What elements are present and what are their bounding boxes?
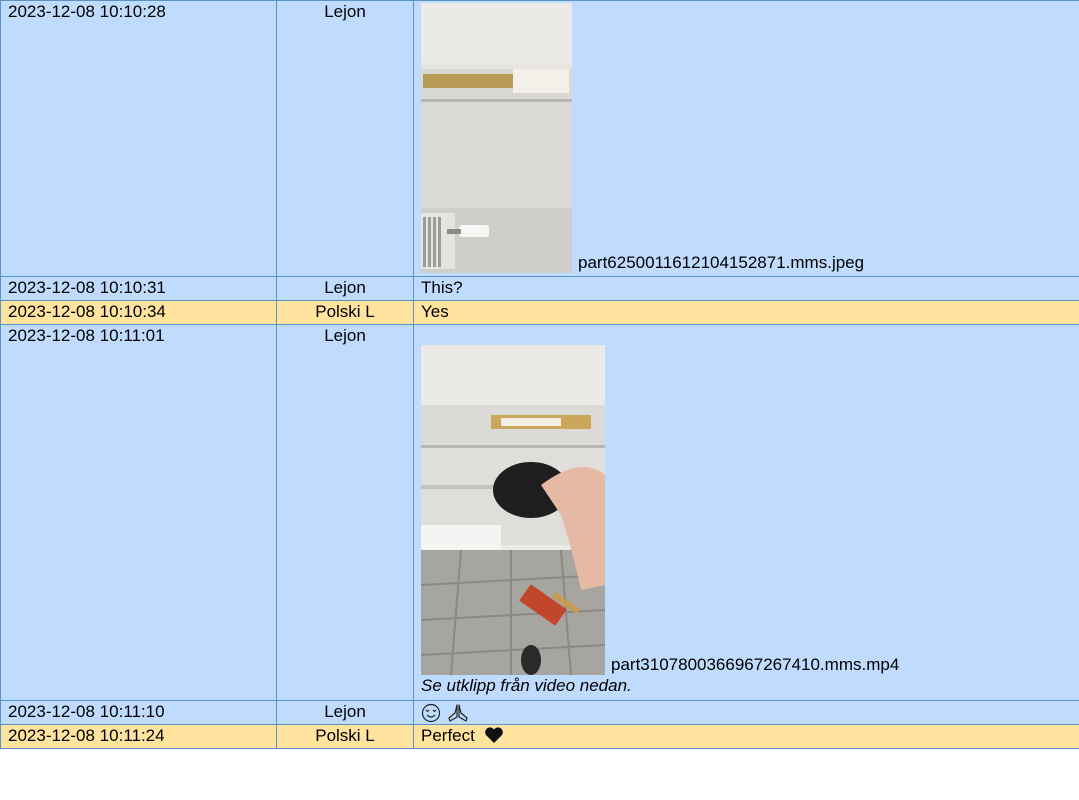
table-row: 2023-12-08 10:11:24 Polski L Perfect (0, 724, 1079, 749)
table-row: 2023-12-08 10:11:10 Lejon (0, 700, 1079, 725)
message-cell: part3107800366967267410.mms.mp4 Se utkli… (413, 324, 1079, 701)
table-row: 2023-12-08 10:10:28 Lejon part6250011612… (0, 0, 1079, 277)
sender-cell: Lejon (276, 700, 414, 725)
folded-hands-icon (448, 703, 468, 722)
table-row: 2023-12-08 10:10:31 Lejon This? (0, 276, 1079, 301)
video-thumbnail[interactable] (421, 345, 605, 675)
attachment-filename[interactable]: part3107800366967267410.mms.mp4 (611, 655, 899, 675)
message-text: This? (413, 276, 1079, 301)
table-row: 2023-12-08 10:11:01 Lejon part3107800366… (0, 324, 1079, 701)
message-cell: Perfect (413, 724, 1079, 749)
sender-cell: Lejon (276, 276, 414, 301)
message-cell (413, 700, 1079, 725)
message-log-table: 2023-12-08 10:10:28 Lejon part6250011612… (0, 0, 1079, 749)
black-heart-icon (484, 727, 503, 743)
sender-cell: Lejon (276, 324, 414, 701)
image-thumbnail[interactable] (421, 3, 572, 273)
timestamp-cell: 2023-12-08 10:11:10 (0, 700, 277, 725)
sender-cell: Polski L (276, 724, 414, 749)
timestamp-cell: 2023-12-08 10:10:31 (0, 276, 277, 301)
photo-preview-icon (421, 3, 572, 273)
media-caption: Se utklipp från video nedan. (421, 676, 632, 695)
attachment-filename[interactable]: part6250011612104152871.mms.jpeg (578, 253, 864, 273)
message-text: Perfect (421, 726, 475, 745)
table-row: 2023-12-08 10:10:34 Polski L Yes (0, 300, 1079, 325)
timestamp-cell: 2023-12-08 10:11:01 (0, 324, 277, 701)
sender-cell: Lejon (276, 0, 414, 277)
timestamp-cell: 2023-12-08 10:10:34 (0, 300, 277, 325)
message-cell: part6250011612104152871.mms.jpeg (413, 0, 1079, 277)
video-preview-icon (421, 345, 605, 675)
message-text: Yes (413, 300, 1079, 325)
sender-cell: Polski L (276, 300, 414, 325)
timestamp-cell: 2023-12-08 10:10:28 (0, 0, 277, 277)
timestamp-cell: 2023-12-08 10:11:24 (0, 724, 277, 749)
smiling-face-with-heart-eyes-icon (421, 703, 441, 722)
